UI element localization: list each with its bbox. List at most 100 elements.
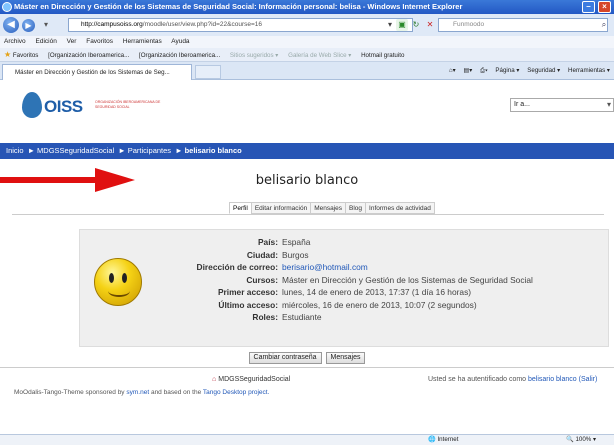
- status-bar: 🌐 Internet 🔍 100% ▾: [0, 434, 614, 445]
- browser-tab[interactable]: Máster en Dirección y Gestión de los Sis…: [2, 64, 192, 80]
- stop-icon[interactable]: ✕: [424, 19, 436, 31]
- email-link[interactable]: berisario@hotmail.com: [282, 261, 368, 274]
- command-bar: ⌂▾ ▤▾ ⎙▾ Página ▾ Seguridad ▾ Herramient…: [443, 65, 610, 77]
- logout-link[interactable]: (Salir): [579, 376, 598, 383]
- field-row-ciudad: Ciudad: Burgos: [80, 249, 610, 262]
- minimize-button[interactable]: –: [582, 1, 595, 13]
- profile-fields: País: España Ciudad: Burgos Dirección de…: [80, 236, 610, 324]
- breadcrumb-separator: ►: [175, 146, 183, 155]
- field-value: España: [282, 237, 311, 247]
- profile-actions: Cambiar contraseña Mensajes: [0, 352, 614, 364]
- url-dropdown-icon[interactable]: ▾: [384, 19, 396, 31]
- home-icon: ⌂: [212, 376, 217, 383]
- field-label: Cursos:: [246, 274, 278, 285]
- feeds-icon[interactable]: ▤▾: [463, 67, 472, 74]
- breadcrumb-inicio[interactable]: Inicio: [6, 146, 24, 155]
- field-label: País:: [257, 237, 278, 247]
- new-tab-button[interactable]: [195, 65, 221, 79]
- tab-editar-informacion[interactable]: Editar información: [250, 202, 312, 214]
- favorite-item-1[interactable]: [Organización Iberoamerica...: [48, 49, 129, 61]
- back-button[interactable]: ◀: [3, 17, 19, 33]
- field-row-email: Dirección de correo: berisario@hotmail.c…: [80, 261, 610, 274]
- field-value: miércoles, 16 de enero de 2013, 10:07 (2…: [282, 299, 477, 310]
- profile-tabs: Perfil Editar información Mensajes Blog Info…: [229, 202, 435, 214]
- tools-menu[interactable]: Herramientas ▾: [568, 67, 610, 74]
- tab-blog[interactable]: Blog: [345, 202, 367, 214]
- breadcrumb-separator: ►: [118, 146, 126, 155]
- security-zone: 🌐 Internet: [428, 436, 459, 443]
- tab-title: Máster en Dirección y Gestión de los Sis…: [15, 69, 170, 76]
- field-label: Último acceso:: [218, 299, 278, 310]
- breadcrumb-separator: ►: [27, 146, 36, 155]
- field-row-primer-acceso: Primer acceso: lunes, 14 de enero de 201…: [80, 286, 610, 299]
- menu-bar: Archivo Edición Ver Favoritos Herramient…: [0, 36, 614, 48]
- field-value: Estudiante: [282, 312, 322, 322]
- logged-user-link[interactable]: belisario blanco: [528, 376, 577, 383]
- address-input[interactable]: http://campusoiss.org/moodle/user/view.p…: [68, 18, 413, 32]
- print-icon[interactable]: ⎙▾: [480, 67, 488, 74]
- jump-to-select[interactable]: Ir a... ▾: [510, 98, 614, 112]
- page-title: belisario blanco: [255, 173, 359, 188]
- field-label: Primer acceso:: [217, 287, 278, 297]
- credit-prefix: MoOdalis-Tango-Theme sponsored by: [14, 389, 125, 396]
- favorite-item-2[interactable]: [Organización Iberoamerica...: [139, 49, 220, 61]
- favorite-hotmail[interactable]: Hotmail gratuito: [361, 49, 404, 61]
- favorites-button[interactable]: ★ Favoritos: [4, 48, 38, 61]
- url-path: /moodle/user/view.php?id=22&course=16: [142, 21, 263, 28]
- internet-explorer-icon: [2, 2, 12, 12]
- field-label: Dirección de correo:: [196, 262, 278, 272]
- tab-bar: Máster en Dirección y Gestión de los Sis…: [0, 62, 614, 80]
- star-icon: ★: [4, 50, 12, 59]
- site-logo[interactable]: OISS: [44, 97, 83, 117]
- breadcrumb-participants[interactable]: Participantes: [128, 146, 171, 155]
- close-button[interactable]: ×: [598, 1, 611, 13]
- messages-button[interactable]: Mensajes: [325, 352, 366, 364]
- tab-divider: [12, 214, 604, 215]
- home-icon[interactable]: ⌂▾: [449, 67, 456, 74]
- search-input[interactable]: Funmoodo: [438, 18, 608, 32]
- breadcrumb-course[interactable]: MDGSSeguridadSocial: [37, 146, 114, 155]
- field-value: lunes, 14 de enero de 2013, 17:37 (1 día…: [282, 287, 472, 297]
- suggested-sites[interactable]: Sitios sugeridos ▾: [230, 49, 279, 61]
- login-info: Usted se ha autentificado como belisario…: [428, 376, 597, 383]
- menu-archivo[interactable]: Archivo: [4, 38, 26, 45]
- menu-edicion[interactable]: Edición: [36, 38, 57, 45]
- credit-mid: and based on the: [150, 389, 202, 396]
- page-menu[interactable]: Página ▾: [495, 67, 519, 74]
- window-title-bar: Máster en Dirección y Gestión de los Sis…: [0, 0, 614, 14]
- web-page: OISS Organización Iberoamericana de Segu…: [0, 80, 614, 434]
- menu-ver[interactable]: Ver: [67, 38, 77, 45]
- favorites-bar: ★ Favoritos [Organización Iberoamerica..…: [0, 48, 614, 62]
- compatibility-icon[interactable]: ▣: [396, 19, 408, 31]
- footer-home-link[interactable]: ⌂ MDGSSeguridadSocial: [212, 376, 290, 383]
- chevron-down-icon: ▾: [606, 100, 611, 109]
- sym-net-link[interactable]: sym.net: [126, 389, 149, 396]
- menu-ayuda[interactable]: Ayuda: [171, 38, 189, 45]
- menu-herramientas[interactable]: Herramientas: [123, 38, 162, 45]
- menu-favoritos[interactable]: Favoritos: [86, 38, 113, 45]
- course-link[interactable]: Máster en Dirección y Gestión de los Sis…: [282, 274, 533, 287]
- field-row-ultimo-acceso: Último acceso: miércoles, 16 de enero de…: [80, 299, 610, 312]
- tab-informes[interactable]: Informes de actividad: [365, 202, 435, 214]
- safety-menu[interactable]: Seguridad ▾: [527, 67, 560, 74]
- change-password-button[interactable]: Cambiar contraseña: [248, 352, 322, 364]
- login-prefix: Usted se ha autentificado como: [428, 376, 527, 383]
- oiss-logo-icon: [22, 92, 42, 118]
- tab-mensajes[interactable]: Mensajes: [310, 202, 347, 214]
- field-value: Burgos: [282, 249, 309, 260]
- history-dropdown-icon[interactable]: ▾: [40, 19, 52, 31]
- search-icon[interactable]: ⌕: [598, 19, 610, 31]
- zoom-level[interactable]: 🔍 100% ▾: [566, 435, 596, 445]
- footer-home-label: MDGSSeguridadSocial: [218, 376, 291, 383]
- breadcrumb-current: belisario blanco: [184, 146, 242, 155]
- tango-link[interactable]: Tango Desktop project.: [203, 389, 269, 396]
- window-title: Máster en Dirección y Gestión de los Sis…: [14, 2, 463, 11]
- web-slice-gallery[interactable]: Galería de Web Slice ▾: [288, 49, 351, 61]
- theme-credit: MoOdalis-Tango-Theme sponsored by sym.ne…: [14, 389, 269, 396]
- forward-button[interactable]: ▶: [22, 19, 35, 32]
- site-header: OISS Organización Iberoamericana de Segu…: [0, 80, 614, 140]
- url-host: http://campusoiss.org: [81, 21, 143, 28]
- logo-subtitle: Organización Iberoamericana de Seguridad…: [95, 100, 161, 109]
- refresh-icon[interactable]: ↻: [410, 19, 422, 31]
- tab-perfil[interactable]: Perfil: [229, 202, 252, 214]
